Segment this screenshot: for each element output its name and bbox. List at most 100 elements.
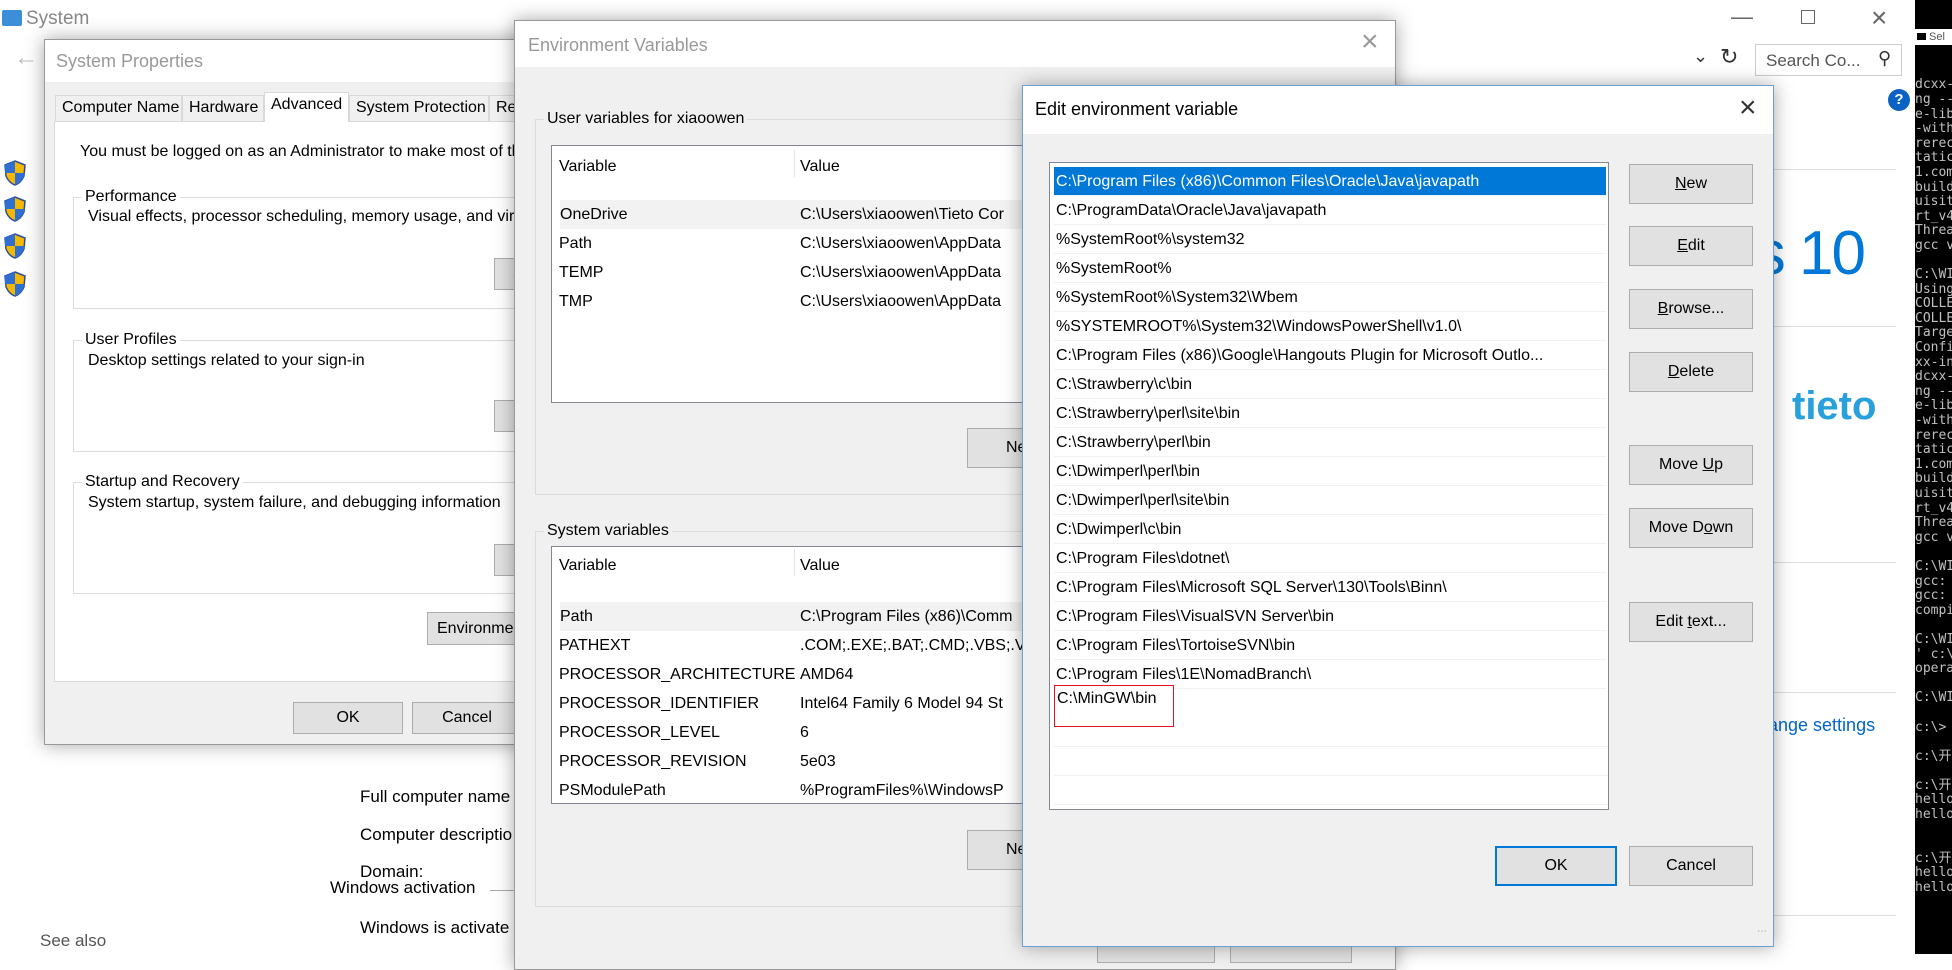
divider: [1774, 326, 1896, 327]
path-entry[interactable]: C:\Program Files (x86)\Google\Hangouts P…: [1054, 341, 1606, 370]
table-row[interactable]: PROCESSOR_IDENTIFIER Intel64 Family 6 Mod…: [552, 689, 1050, 718]
column-divider[interactable]: [794, 549, 795, 576]
path-entry[interactable]: C:\Dwimperl\c\bin: [1054, 515, 1606, 544]
table-row[interactable]: OneDrive C:\Users\xiaoowen\Tieto Cor: [560, 200, 1050, 229]
table-row[interactable]: PATHEXT .COM;.EXE;.BAT;.CMD;.VBS;.V: [552, 631, 1050, 660]
path-entry[interactable]: C:\Strawberry\perl\site\bin: [1054, 399, 1606, 428]
resize-grip[interactable]: ⋯: [1757, 926, 1767, 937]
edit-cancel-button[interactable]: Cancel: [1629, 846, 1753, 886]
column-value[interactable]: Value: [800, 551, 840, 580]
minimize-button[interactable]: —: [1731, 4, 1753, 30]
path-entry[interactable]: C:\Program Files\dotnet\: [1054, 544, 1606, 573]
path-entry[interactable]: %SystemRoot%\System32\Wbem: [1054, 283, 1606, 312]
path-entry[interactable]: C:\ProgramData\Oracle\Java\javapath: [1054, 196, 1606, 225]
shield-icon: [4, 196, 26, 222]
change-settings-link[interactable]: ange settings: [1768, 715, 1875, 736]
edit-button[interactable]: Edit: [1629, 226, 1753, 266]
column-variable[interactable]: Variable: [559, 551, 617, 580]
tab-hardware[interactable]: Hardware: [182, 95, 264, 121]
user-variables-list[interactable]: Variable Value OneDrive C:\Users\xiaoowen\…: [551, 145, 1051, 403]
path-entry-text: C:\Program Files\dotnet\: [1056, 550, 1230, 567]
close-icon[interactable]: ×: [1739, 91, 1757, 125]
table-row[interactable]: PSModulePath %ProgramFiles%\WindowsP: [552, 776, 1050, 803]
full-computer-name-label: Full computer name: [360, 787, 511, 806]
table-row[interactable]: Path C:\Users\xiaoowen\AppData: [552, 229, 1050, 258]
path-entry-text: C:\Program Files\Microsoft SQL Server\13…: [1056, 579, 1447, 596]
tab-advanced[interactable]: Advanced: [264, 92, 349, 122]
path-entry[interactable]: C:\Program Files\VisualSVN Server\bin: [1054, 602, 1606, 631]
search-icon: ⚲: [1878, 48, 1892, 68]
path-entries-list[interactable]: C:\Program Files (x86)\Common Files\Orac…: [1049, 162, 1609, 810]
refresh-icon[interactable]: ↻: [1720, 44, 1738, 70]
variable-cell: PROCESSOR_REVISION: [559, 753, 747, 770]
table-row[interactable]: TEMP C:\Users\xiaoowen\AppData: [552, 258, 1050, 287]
system-window-icon: [2, 10, 22, 26]
value-cell: C:\Users\xiaoowen\AppData: [800, 264, 1001, 281]
path-entry[interactable]: C:\Strawberry\c\bin: [1054, 370, 1606, 399]
command-prompt-window[interactable]: Sel dcxx- ng -- e-lib -with rerec tatic …: [1915, 0, 1952, 954]
path-entry-text: C:\Dwimperl\perl\bin: [1056, 463, 1201, 480]
table-row[interactable]: PROCESSOR_LEVEL 6: [552, 718, 1050, 747]
path-entry[interactable]: C:\Dwimperl\perl\bin: [1054, 457, 1606, 486]
path-edit-input[interactable]: C:\MinGW\bin: [1054, 685, 1174, 727]
empty-row[interactable]: [1054, 747, 1608, 776]
column-value[interactable]: Value: [800, 152, 840, 181]
column-variable[interactable]: Variable: [559, 152, 617, 181]
tab-computer-name[interactable]: Computer Name: [55, 95, 182, 121]
list-header: Variable Value: [552, 152, 1050, 181]
system-variables-list[interactable]: Variable Value Path C:\Program Files (x86)…: [551, 546, 1051, 804]
value-cell: %ProgramFiles%\WindowsP: [800, 782, 1004, 799]
edit-ok-button[interactable]: OK: [1495, 846, 1617, 886]
search-input[interactable]: Search Co...: [1766, 51, 1861, 71]
value-cell: C:\Users\xiaoowen\Tieto Cor: [800, 206, 1004, 223]
path-entry[interactable]: C:\Program Files\TortoiseSVN\bin: [1054, 631, 1606, 660]
system-properties-ok-button[interactable]: OK: [293, 702, 403, 734]
dialog-title: System Properties: [56, 51, 204, 71]
variable-cell: TMP: [559, 293, 593, 310]
help-icon[interactable]: ?: [1888, 89, 1910, 111]
path-entry[interactable]: %SystemRoot%\system32: [1054, 225, 1606, 254]
variable-cell: OneDrive: [560, 206, 628, 223]
delete-button[interactable]: Delete: [1629, 352, 1753, 392]
shield-icon: [4, 233, 26, 259]
variable-cell: TEMP: [559, 264, 604, 281]
table-row[interactable]: TMP C:\Users\xiaoowen\AppData: [552, 287, 1050, 316]
user-profiles-description: Desktop settings related to your sign-in: [88, 352, 365, 369]
variable-cell: Path: [560, 608, 593, 625]
performance-description: Visual effects, processor scheduling, me…: [88, 208, 519, 225]
new-button[interactable]: New: [1629, 164, 1753, 204]
system-window-title: System: [26, 8, 90, 29]
divider: [1774, 915, 1896, 916]
path-entry[interactable]: C:\Dwimperl\perl\site\bin: [1054, 486, 1606, 515]
value-cell: Intel64 Family 6 Model 94 St: [800, 695, 1003, 712]
browse-button[interactable]: Browse...: [1629, 289, 1753, 329]
system-properties-cancel-button[interactable]: Cancel: [412, 702, 522, 734]
table-row[interactable]: PROCESSOR_REVISION 5e03: [552, 747, 1050, 776]
value-cell: 6: [800, 724, 809, 741]
value-cell: .COM;.EXE;.BAT;.CMD;.VBS;.V: [800, 637, 1026, 654]
path-entry[interactable]: %SYSTEMROOT%\System32\WindowsPowerShell\…: [1054, 312, 1606, 341]
search-box[interactable]: Search Co... ⚲: [1755, 44, 1902, 76]
back-arrow-icon[interactable]: ←: [14, 44, 38, 72]
close-icon[interactable]: ×: [1361, 25, 1379, 59]
table-row[interactable]: PROCESSOR_ARCHITECTURE AMD64: [552, 660, 1050, 689]
address-dropdown-icon[interactable]: ⌄: [1693, 46, 1708, 67]
restore-button[interactable]: [1801, 10, 1815, 24]
empty-row[interactable]: [1054, 776, 1608, 805]
move-down-button[interactable]: Move Do wn: [1629, 508, 1753, 548]
path-entry[interactable]: C:\Program Files (x86)\Common Files\Orac…: [1054, 167, 1606, 196]
table-row[interactable]: Path C:\Program Files (x86)\Comm: [560, 602, 1050, 631]
move-up-button[interactable]: Move Up: [1629, 445, 1753, 485]
path-entry[interactable]: %SystemRoot%: [1054, 254, 1606, 283]
column-divider[interactable]: [794, 150, 795, 177]
path-entry-text: %SYSTEMROOT%\System32\WindowsPowerShell\…: [1056, 318, 1462, 335]
console-title: Sel: [1929, 31, 1945, 44]
path-entry[interactable]: C:\Program Files\Microsoft SQL Server\13…: [1054, 573, 1606, 602]
path-entry[interactable]: C:\Strawberry\perl\bin: [1054, 428, 1606, 457]
edit-text-button[interactable]: Edit t ext...: [1629, 602, 1753, 642]
path-entry-text: %SystemRoot%\System32\Wbem: [1056, 289, 1298, 306]
list-header: Variable Value: [552, 551, 1050, 580]
path-entry-text: C:\Strawberry\perl\site\bin: [1056, 405, 1241, 422]
close-window-button[interactable]: ×: [1871, 2, 1887, 34]
tab-system-protection[interactable]: System Protection: [349, 95, 489, 121]
